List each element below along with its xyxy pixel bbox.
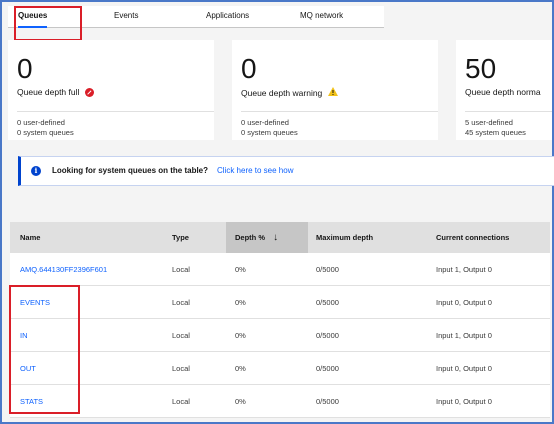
queue-max-depth: 0/5000: [316, 331, 339, 340]
table-row[interactable]: IN Local 0% 0/5000 Input 1, Output 0: [10, 319, 550, 352]
card-queue-depth-full: 0 Queue depth full 0 user-defined 0 syst…: [8, 40, 214, 140]
tab-queues[interactable]: Queues: [18, 6, 48, 28]
column-header-depth-label: Depth %: [235, 233, 265, 242]
queue-connections: Input 0, Output 0: [436, 397, 492, 406]
queue-depth: 0%: [235, 265, 246, 274]
queue-type: Local: [172, 331, 190, 340]
table-row[interactable]: AMQ.644130FF2396F601 Local 0% 0/5000 Inp…: [10, 253, 550, 286]
card-value: 0: [17, 53, 33, 84]
queue-type: Local: [172, 364, 190, 373]
queue-name-link[interactable]: AMQ.644130FF2396F601: [20, 253, 107, 286]
card-divider: [465, 111, 552, 112]
column-header-depth[interactable]: Depth % ↓: [226, 222, 308, 253]
card-user-defined: 0 user-defined: [241, 118, 289, 127]
queue-name-link[interactable]: STATS: [20, 385, 43, 418]
card-system-queues: 0 system queues: [17, 128, 74, 137]
queue-depth: 0%: [235, 331, 246, 340]
card-value: 50: [465, 53, 497, 84]
queue-max-depth: 0/5000: [316, 364, 339, 373]
queue-max-depth: 0/5000: [316, 298, 339, 307]
queue-name-link[interactable]: EVENTS: [20, 286, 50, 319]
info-icon: i: [31, 166, 41, 176]
table-header: Name Type Depth % ↓ Maximum depth Curren…: [10, 222, 550, 253]
card-user-defined: 5 user-defined: [465, 118, 513, 127]
queue-depth: 0%: [235, 397, 246, 406]
table-row[interactable]: OUT Local 0% 0/5000 Input 0, Output 0: [10, 352, 550, 385]
tab-bar: Queues Events Applications MQ network: [8, 6, 384, 28]
banner-link[interactable]: Click here to see how: [217, 166, 293, 175]
queue-connections: Input 0, Output 0: [436, 298, 492, 307]
card-label: Queue depth warning: [241, 87, 339, 98]
card-divider: [241, 111, 438, 112]
queue-max-depth: 0/5000: [316, 397, 339, 406]
card-label-text: Queue depth warning: [241, 87, 323, 98]
card-queue-depth-normal: 50 Queue depth norma 5 user-defined 45 s…: [456, 40, 552, 140]
card-label: Queue depth norma: [465, 87, 541, 97]
error-icon: [85, 87, 95, 97]
card-queue-depth-warning: 0 Queue depth warning 0 user-defined 0 s…: [232, 40, 438, 140]
queue-connections: Input 0, Output 0: [436, 364, 492, 373]
tab-mq-network[interactable]: MQ network: [300, 6, 343, 28]
sort-descending-icon: ↓: [273, 232, 279, 243]
queue-type: Local: [172, 265, 190, 274]
table-row[interactable]: STATS Local 0% 0/5000 Input 0, Output 0: [10, 385, 550, 418]
queue-max-depth: 0/5000: [316, 265, 339, 274]
queue-connections: Input 1, Output 0: [436, 265, 492, 274]
queue-name-link[interactable]: OUT: [20, 352, 36, 385]
screenshot-frame: Queues Events Applications MQ network 0 …: [0, 0, 554, 424]
queue-type: Local: [172, 397, 190, 406]
queue-name-link[interactable]: IN: [20, 319, 28, 352]
queue-depth: 0%: [235, 364, 246, 373]
column-header-type[interactable]: Type: [172, 222, 189, 253]
card-user-defined: 0 user-defined: [17, 118, 65, 127]
queue-depth: 0%: [235, 298, 246, 307]
table-row[interactable]: EVENTS Local 0% 0/5000 Input 0, Output 0: [10, 286, 550, 319]
banner-message: Looking for system queues on the table?: [52, 166, 209, 175]
warning-icon: [328, 87, 339, 98]
queue-type: Local: [172, 298, 190, 307]
card-value: 0: [241, 53, 257, 84]
column-header-connections[interactable]: Current connections: [436, 222, 509, 253]
card-system-queues: 0 system queues: [241, 128, 298, 137]
card-label: Queue depth full: [17, 87, 95, 97]
card-system-queues: 45 system queues: [465, 128, 526, 137]
card-label-text: Queue depth full: [17, 87, 80, 97]
info-banner: i Looking for system queues on the table…: [18, 156, 554, 186]
column-header-name[interactable]: Name: [20, 222, 40, 253]
tab-events[interactable]: Events: [114, 6, 138, 28]
queue-connections: Input 1, Output 0: [436, 331, 492, 340]
column-header-max-depth[interactable]: Maximum depth: [316, 222, 373, 253]
card-divider: [17, 111, 214, 112]
tab-applications[interactable]: Applications: [206, 6, 249, 28]
card-label-text: Queue depth norma: [465, 87, 541, 97]
